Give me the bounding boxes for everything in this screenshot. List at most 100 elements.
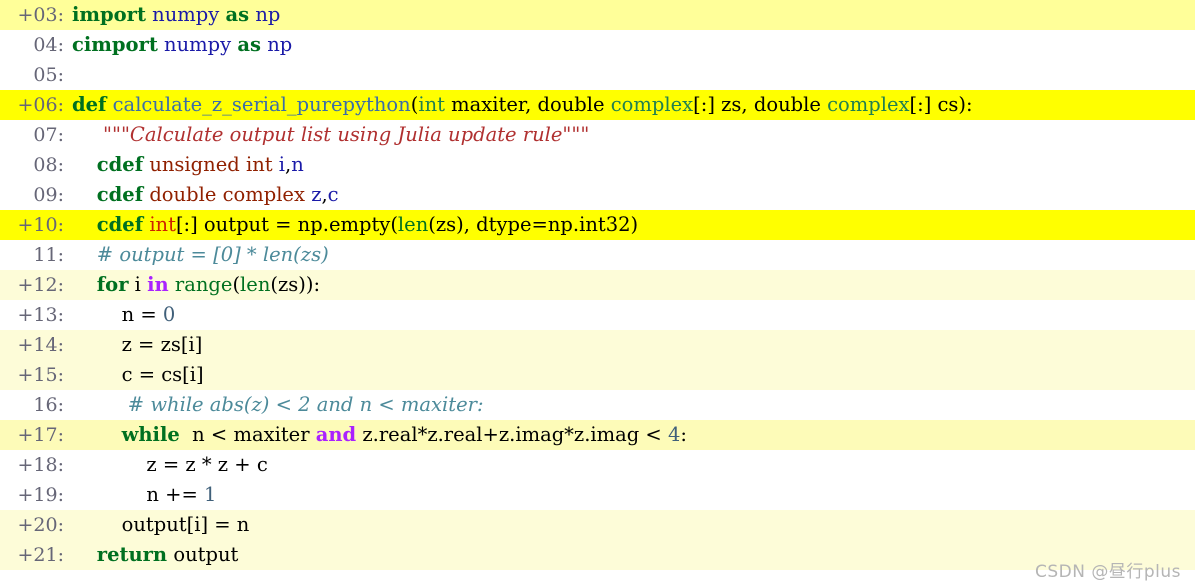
code-line[interactable]: +10: cdef int[:] output = np.empty(len(z… — [0, 210, 1195, 240]
code-line[interactable]: +21: return output — [0, 540, 1195, 570]
code-line[interactable]: 07: """Calculate output list using Julia… — [0, 120, 1195, 150]
cython-annotation-view: +03: import numpy as np 04: cimport numpy a… — [0, 0, 1195, 588]
code-line-source: z = z * z + c — [72, 450, 1195, 480]
code-line-source: z = zs[i] — [72, 330, 1195, 360]
code-token: int — [418, 93, 445, 116]
line-number-gutter[interactable]: 07: — [0, 120, 72, 150]
code-token: z = zs[i] — [72, 333, 203, 356]
code-line[interactable]: 09: cdef double complex z,c — [0, 180, 1195, 210]
code-token: numpy — [152, 3, 220, 26]
code-line[interactable]: 11: # output = [0] * len(zs) — [0, 240, 1195, 270]
code-line-source: n += 1 — [72, 480, 1195, 510]
code-token: int — [245, 153, 273, 176]
code-token: output — [167, 543, 239, 566]
code-token: int — [149, 213, 176, 236]
line-number-gutter[interactable]: +14: — [0, 330, 72, 360]
code-token: [:] cs): — [909, 93, 973, 116]
code-token: n += — [72, 483, 205, 506]
code-token: # while abs(z) < 2 and n < maxiter: — [127, 393, 484, 416]
code-line-source: def calculate_z_serial_purepython(int ma… — [72, 90, 1195, 120]
code-token: return — [96, 543, 168, 566]
code-line[interactable]: 05: — [0, 60, 1195, 90]
code-line-source: for i in range(len(zs)): — [72, 270, 1195, 300]
line-number-gutter[interactable]: +20: — [0, 510, 72, 540]
code-token: while — [121, 423, 180, 446]
code-token: z.real*z.real+z.imag*z.imag < — [356, 423, 668, 446]
code-line[interactable]: +17: while n < maxiter and z.real*z.real… — [0, 420, 1195, 450]
code-line[interactable]: +06: def calculate_z_serial_purepython(in… — [0, 90, 1195, 120]
code-line-source: output[i] = n — [72, 510, 1195, 540]
code-token: len — [240, 273, 271, 296]
line-number-gutter[interactable]: +15: — [0, 360, 72, 390]
code-line[interactable]: +18: z = z * z + c — [0, 450, 1195, 480]
code-token: double — [753, 93, 821, 116]
code-token: n = — [72, 303, 163, 326]
line-number-gutter[interactable]: 04: — [0, 30, 72, 60]
line-number-gutter[interactable]: 16: — [0, 390, 72, 420]
code-line[interactable]: +20: output[i] = n — [0, 510, 1195, 540]
code-token: cdef — [96, 153, 144, 176]
code-line[interactable]: +19: n += 1 — [0, 480, 1195, 510]
code-line[interactable]: +12: for i in range(len(zs)): — [0, 270, 1195, 300]
code-token: 1 — [204, 483, 217, 506]
code-line-source: cdef unsigned int i,n — [72, 150, 1195, 180]
code-line[interactable]: 16: # while abs(z) < 2 and n < maxiter: — [0, 390, 1195, 420]
code-line[interactable]: 04: cimport numpy as np — [0, 30, 1195, 60]
code-token: (zs), dtype=np.int32) — [428, 213, 639, 236]
code-line-source: cdef double complex z,c — [72, 180, 1195, 210]
code-token: n < maxiter — [179, 423, 316, 446]
code-token: complex — [827, 93, 910, 116]
line-number-gutter[interactable]: +21: — [0, 540, 72, 570]
code-token: z = z * z + c — [72, 453, 268, 476]
line-number-gutter[interactable]: +17: — [0, 420, 72, 450]
code-token: [:] output = np. — [175, 213, 329, 236]
code-token: c — [327, 183, 339, 206]
code-line[interactable]: +13: n = 0 — [0, 300, 1195, 330]
code-token: : — [680, 423, 687, 446]
line-number-gutter[interactable]: +19: — [0, 480, 72, 510]
code-token: cdef — [96, 213, 144, 236]
line-number-gutter[interactable]: 09: — [0, 180, 72, 210]
code-token: (zs)): — [270, 273, 321, 296]
code-line-source: cdef int[:] output = np.empty(len(zs), d… — [72, 210, 1195, 240]
line-number-gutter[interactable]: +10: — [0, 210, 72, 240]
line-number-gutter[interactable]: +13: — [0, 300, 72, 330]
code-line[interactable]: 08: cdef unsigned int i,n — [0, 150, 1195, 180]
line-number-gutter[interactable]: +06: — [0, 90, 72, 120]
code-token: def — [72, 93, 107, 116]
code-line-source: n = 0 — [72, 300, 1195, 330]
code-token: output[i] = n — [72, 513, 250, 536]
code-token: [:] zs, — [693, 93, 754, 116]
code-token: cimport — [72, 33, 158, 56]
code-token: double — [537, 93, 605, 116]
code-line-source: while n < maxiter and z.real*z.real+z.im… — [72, 420, 1195, 450]
line-number-gutter[interactable]: 08: — [0, 150, 72, 180]
code-line-list: +03: import numpy as np 04: cimport numpy a… — [0, 0, 1195, 570]
code-token: ( — [232, 273, 241, 296]
code-token: n — [291, 153, 304, 176]
code-token: in — [147, 273, 169, 296]
code-token: and — [315, 423, 357, 446]
line-number-gutter[interactable]: +12: — [0, 270, 72, 300]
line-number-gutter[interactable]: 11: — [0, 240, 72, 270]
code-line-source: # output = [0] * len(zs) — [72, 240, 1195, 270]
code-line-source: cimport numpy as np — [72, 30, 1195, 60]
code-token: maxiter, — [444, 93, 538, 116]
code-line[interactable]: +03: import numpy as np — [0, 0, 1195, 30]
line-number-gutter[interactable]: +03: — [0, 0, 72, 30]
code-token: c = cs[i] — [72, 363, 204, 386]
code-token: """Calculate output list using Julia upd… — [103, 123, 590, 146]
line-number-gutter[interactable]: 05: — [0, 60, 72, 90]
code-line-source: import numpy as np — [72, 0, 1195, 30]
code-line[interactable]: +14: z = zs[i] — [0, 330, 1195, 360]
code-line-source: # while abs(z) < 2 and n < maxiter: — [72, 390, 1195, 420]
code-line-source: c = cs[i] — [72, 360, 1195, 390]
line-number-gutter[interactable]: +18: — [0, 450, 72, 480]
code-line[interactable]: +15: c = cs[i] — [0, 360, 1195, 390]
